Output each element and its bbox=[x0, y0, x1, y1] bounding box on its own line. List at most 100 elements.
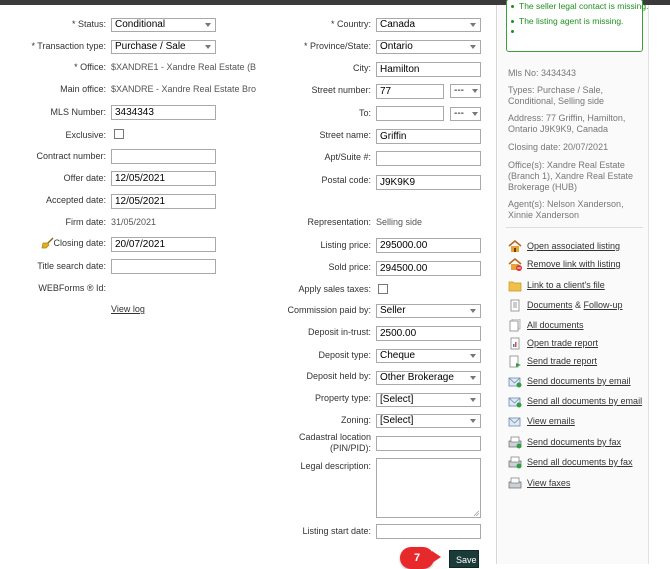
province-state-label: * Province/State: bbox=[303, 41, 371, 51]
step-badge-pointer bbox=[432, 551, 441, 563]
agents-info: Agent(s): Nelson Xanderson, Xinnie Xande… bbox=[508, 199, 624, 220]
province-state-select[interactable]: Ontario bbox=[376, 40, 481, 54]
client-file-icon bbox=[508, 281, 522, 292]
title-search-date-label: Title search date: bbox=[37, 261, 106, 271]
deposit-in-trust-input[interactable]: 2500.00 bbox=[376, 326, 481, 341]
transaction-summary-sidebar: The seller legal contact is missing. The… bbox=[498, 0, 648, 564]
deposit-held-by-label: Deposit held by: bbox=[306, 371, 371, 381]
alert-item: The listing agent is missing. bbox=[511, 16, 623, 26]
mls-number-info: Mls No: 3434343 bbox=[508, 68, 577, 78]
listing-start-date-input[interactable] bbox=[376, 524, 481, 539]
contract-number-label: Contract number: bbox=[36, 151, 106, 161]
chevron-down-icon bbox=[467, 352, 476, 362]
chevron-down-icon bbox=[467, 417, 476, 427]
apt-suite-label: Apt/Suite #: bbox=[324, 152, 371, 162]
street-number-input[interactable]: 77 bbox=[376, 84, 444, 99]
property-type-label: Property type: bbox=[314, 393, 371, 403]
scrollbar-track[interactable] bbox=[648, 5, 670, 564]
address-info: Address: 77 Griffin, Hamilton, Ontario J… bbox=[508, 113, 626, 134]
city-input[interactable]: Hamilton bbox=[376, 62, 481, 77]
closing-date-info: Closing date: 20/07/2021 bbox=[508, 142, 609, 152]
firm-date-value: 31/05/2021 bbox=[111, 217, 157, 227]
apply-sales-taxes-checkbox[interactable] bbox=[378, 284, 388, 294]
report-icon bbox=[510, 337, 520, 350]
apt-suite-input[interactable] bbox=[376, 151, 481, 166]
view-fax-icon bbox=[508, 477, 522, 489]
representation-label: Representation: bbox=[307, 217, 371, 227]
deposit-type-label: Deposit type: bbox=[318, 350, 371, 360]
legal-description-label: Legal description: bbox=[300, 461, 371, 471]
save-button[interactable]: Save bbox=[449, 550, 479, 568]
cadastral-location-label: Cadastral location (PIN/PID): bbox=[298, 432, 371, 453]
commission-paid-by-select[interactable]: Seller bbox=[376, 304, 481, 318]
apply-sales-taxes-label: Apply sales taxes: bbox=[298, 284, 371, 294]
main-office-label: Main office: bbox=[60, 84, 106, 94]
to-suffix-select[interactable]: --- bbox=[450, 107, 481, 121]
fax-icon bbox=[508, 436, 522, 449]
cadastral-location-input[interactable] bbox=[376, 436, 481, 451]
alert-item: The seller legal contact is missing. bbox=[511, 1, 648, 11]
send-report-icon bbox=[509, 355, 521, 368]
house-remove-icon bbox=[508, 258, 522, 271]
transaction-type-select[interactable]: Purchase / Sale bbox=[111, 40, 216, 54]
legal-description-textarea[interactable] bbox=[376, 458, 481, 518]
status-label: * Status: bbox=[71, 19, 106, 29]
title-search-date-input[interactable] bbox=[111, 259, 216, 274]
zoning-label: Zoning: bbox=[340, 415, 371, 425]
chevron-down-icon bbox=[467, 43, 476, 53]
email-all-icon bbox=[508, 397, 522, 408]
exclusive-checkbox[interactable] bbox=[114, 129, 124, 139]
zoning-select[interactable]: [Select] bbox=[376, 414, 481, 428]
transaction-type-label: * Transaction type: bbox=[31, 41, 106, 51]
accepted-date-input[interactable]: 12/05/2021 bbox=[111, 194, 216, 209]
alert-item bbox=[511, 26, 519, 36]
country-label: * Country: bbox=[330, 19, 371, 29]
main-office-value: $XANDRE - Xandre Real Estate Bro... bbox=[111, 84, 256, 94]
status-select[interactable]: Conditional bbox=[111, 18, 216, 32]
country-select[interactable]: Canada bbox=[376, 18, 481, 32]
view-email-icon bbox=[508, 417, 521, 427]
listing-price-input[interactable]: 295000.00 bbox=[376, 238, 481, 253]
email-icon bbox=[508, 377, 522, 388]
resize-grip-icon[interactable] bbox=[474, 511, 479, 516]
documents-icon bbox=[510, 299, 520, 312]
closing-date-label: Closing date: bbox=[53, 238, 106, 248]
offices-info: Office(s): Xandre Real Estate (Branch 1)… bbox=[508, 160, 634, 192]
exclusive-label: Exclusive: bbox=[65, 130, 106, 140]
view-log-link[interactable]: View log bbox=[111, 304, 145, 315]
deposit-type-select[interactable]: Cheque bbox=[376, 349, 481, 363]
offer-date-input[interactable]: 12/05/2021 bbox=[111, 171, 216, 186]
contract-number-input[interactable] bbox=[111, 149, 216, 164]
street-number-label: Street number: bbox=[311, 85, 371, 95]
chevron-down-icon bbox=[202, 43, 211, 53]
missing-info-alert: The seller legal contact is missing. The… bbox=[506, 0, 648, 52]
transaction-form: * Status: Conditional * Transaction type… bbox=[0, 5, 497, 564]
house-icon bbox=[508, 240, 522, 252]
deposit-held-by-select[interactable]: Other Brokerage bbox=[376, 371, 481, 385]
all-documents-icon bbox=[509, 319, 521, 332]
offer-date-label: Offer date: bbox=[63, 173, 106, 183]
divider bbox=[506, 227, 643, 228]
chevron-down-icon bbox=[469, 110, 478, 120]
street-name-input[interactable]: Griffin bbox=[376, 129, 481, 144]
broom-icon[interactable] bbox=[41, 237, 54, 249]
office-value: $XANDRE1 - Xandre Real Estate (Br... bbox=[111, 62, 256, 72]
street-name-label: Street name: bbox=[319, 130, 371, 140]
chevron-down-icon bbox=[467, 307, 476, 317]
listing-start-date-label: Listing start date: bbox=[302, 526, 371, 536]
chevron-down-icon bbox=[469, 87, 478, 97]
property-type-select[interactable]: [Select] bbox=[376, 393, 481, 407]
webforms-id-label: WEBForms ® Id: bbox=[38, 283, 106, 293]
representation-value: Selling side bbox=[376, 217, 423, 227]
mls-number-label: MLS Number: bbox=[50, 107, 106, 117]
mls-number-input[interactable]: 3434343 bbox=[111, 105, 216, 120]
to-number-input[interactable] bbox=[376, 106, 444, 121]
city-label: City: bbox=[353, 63, 371, 73]
sold-price-input[interactable]: 294500.00 bbox=[376, 261, 481, 276]
closing-date-input[interactable]: 20/07/2021 bbox=[111, 237, 216, 252]
types-info: Types: Purchase / Sale, Conditional, Sel… bbox=[508, 85, 605, 106]
chevron-down-icon bbox=[202, 21, 211, 31]
office-label: * Office: bbox=[74, 62, 106, 72]
street-number-suffix-select[interactable]: --- bbox=[450, 84, 481, 98]
postal-code-input[interactable]: J9K9K9 bbox=[376, 175, 481, 190]
